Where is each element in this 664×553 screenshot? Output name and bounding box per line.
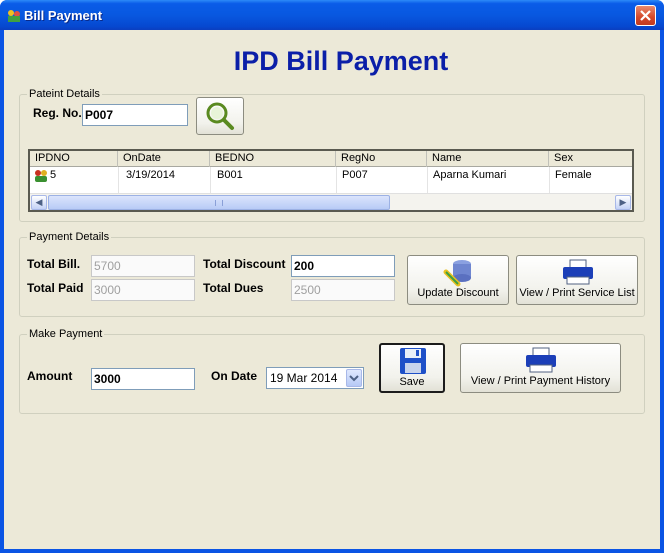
scrollbar-thumb[interactable] [48, 195, 390, 210]
page-title: IPD Bill Payment [233, 46, 449, 76]
payment-date-picker[interactable]: 19 Mar 2014 [266, 367, 364, 389]
col-ondate[interactable]: OnDate [118, 151, 210, 167]
cell-sex: Female [555, 169, 592, 181]
reg-no-input[interactable]: P007 [82, 104, 188, 126]
view-payment-history-label: View / Print Payment History [470, 375, 611, 387]
col-name[interactable]: Name [427, 151, 549, 167]
patient-row-icon [35, 170, 47, 182]
col-sex[interactable]: Sex [549, 151, 636, 167]
view-service-list-button[interactable]: View / Print Service List [516, 255, 638, 305]
floppy-disk-icon [400, 348, 426, 374]
total-discount-input[interactable]: 200 [291, 255, 395, 277]
scroll-left-icon[interactable]: ◀ [31, 195, 47, 210]
total-dues-field: 2500 [291, 279, 395, 301]
total-paid-field: 3000 [91, 279, 195, 301]
make-payment-group: Make Payment Amount 3000 On Date 19 Mar … [19, 328, 645, 414]
update-discount-button[interactable]: Update Discount [407, 255, 509, 305]
table-row[interactable]: 5 3/19/2014 B001 P007 Aparna Kumari Fema… [30, 168, 632, 184]
amount-label: Amount [27, 369, 73, 383]
total-bill-label: Total Bill. [27, 257, 81, 271]
grid-header: IPDNO OnDate BEDNO RegNo Name Sex [30, 151, 632, 167]
cell-bedno: B001 [217, 169, 243, 181]
title-bar[interactable]: Bill Payment [0, 0, 664, 30]
total-bill-field: 5700 [91, 255, 195, 277]
cell-ondate: 3/19/2014 [126, 169, 175, 181]
total-dues-label: Total Dues [203, 281, 264, 295]
patient-details-group: Pateint Details Reg. No. P007 IPDNO OnDa… [19, 88, 645, 222]
reg-no-label: Reg. No. [33, 106, 82, 120]
app-icon [8, 10, 20, 22]
date-value: 19 Mar 2014 [270, 371, 338, 385]
window-title: Bill Payment [24, 8, 103, 23]
printer-icon [563, 259, 593, 285]
ipd-grid[interactable]: IPDNO OnDate BEDNO RegNo Name Sex 5 3/19… [28, 149, 634, 212]
patient-details-legend: Pateint Details [27, 88, 102, 100]
database-edit-icon [443, 260, 471, 287]
horizontal-scrollbar[interactable]: ◀ ▶ [30, 193, 632, 210]
on-date-label: On Date [211, 369, 258, 383]
cell-regno: P007 [342, 169, 368, 181]
amount-input[interactable]: 3000 [91, 368, 195, 390]
view-payment-history-button[interactable]: View / Print Payment History [460, 343, 621, 393]
printer-icon [526, 347, 556, 373]
bill-payment-window: Bill Payment IPD Bill Payment Pateint De… [0, 0, 664, 553]
search-button[interactable] [196, 97, 244, 135]
cell-name: Aparna Kumari [433, 169, 507, 181]
magnifier-icon [206, 102, 234, 130]
col-regno[interactable]: RegNo [336, 151, 427, 167]
cell-ipdno: 5 [50, 169, 57, 181]
total-paid-label: Total Paid [27, 281, 84, 295]
form-client-area: IPD Bill Payment Pateint Details Reg. No… [4, 30, 660, 549]
view-service-list-label: View / Print Service List [519, 287, 635, 299]
save-label: Save [399, 376, 425, 388]
close-icon [640, 10, 651, 21]
payment-details-legend: Payment Details [27, 231, 112, 243]
payment-details-group: Payment Details Total Bill. 5700 Total P… [19, 231, 645, 317]
scroll-right-icon[interactable]: ▶ [615, 195, 631, 210]
col-ipdno[interactable]: IPDNO [30, 151, 118, 167]
make-payment-legend: Make Payment [27, 328, 105, 340]
update-discount-label: Update Discount [417, 287, 499, 299]
total-discount-label: Total Discount [203, 257, 286, 271]
chevron-down-icon[interactable] [346, 369, 362, 387]
col-bedno[interactable]: BEDNO [210, 151, 336, 167]
save-button[interactable]: Save [379, 343, 445, 393]
close-button[interactable] [635, 5, 656, 26]
